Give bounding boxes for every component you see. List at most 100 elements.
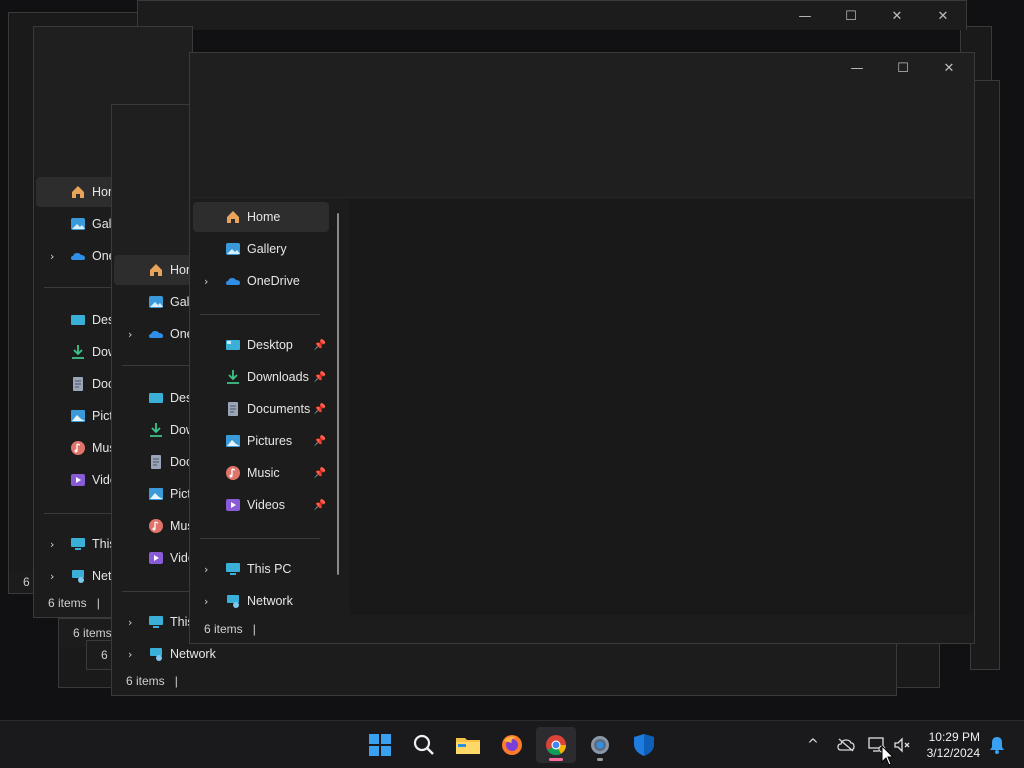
chevron-right-icon[interactable]: › <box>50 538 60 551</box>
status-item-count: 6 items <box>204 622 243 636</box>
pictures-icon <box>225 433 241 449</box>
pin-icon[interactable]: 📌 <box>314 340 326 351</box>
nav-desktop[interactable]: Desktop 📌 <box>192 330 332 360</box>
nav-network[interactable]: › Netw <box>36 561 120 591</box>
nav-music[interactable]: Musi <box>36 433 118 463</box>
nav-pictures[interactable]: Pictu <box>36 401 120 431</box>
download-icon <box>148 422 164 438</box>
nav-gallery[interactable]: Gallery <box>192 234 287 264</box>
videos-icon <box>70 472 86 488</box>
nav-onedrive[interactable]: › One <box>114 319 194 349</box>
volume-muted-icon <box>894 737 910 753</box>
nav-onedrive[interactable]: › OneDrive <box>192 266 300 296</box>
status-separator: | <box>174 674 178 688</box>
desktop-icon <box>70 312 86 328</box>
network-icon <box>225 593 241 609</box>
defender-button[interactable] <box>624 727 664 763</box>
close-button[interactable]: ✕ <box>874 1 920 30</box>
chevron-right-icon[interactable]: › <box>204 275 214 288</box>
close-button-2[interactable]: ✕ <box>920 1 966 30</box>
pc-icon <box>70 536 86 552</box>
nav-label: Pictures <box>247 434 293 448</box>
explorer-window-front[interactable]: — ☐ ✕ Home Gallery › OneDrive Desktop 📌 <box>189 52 975 644</box>
pin-icon[interactable]: 📌 <box>314 404 326 415</box>
title-bar[interactable]: — ☐ ✕ <box>190 53 974 83</box>
nav-downloads[interactable]: Downloads 📌 <box>192 362 332 392</box>
file-explorer-button[interactable] <box>448 727 488 763</box>
chevron-right-icon[interactable]: › <box>204 595 214 608</box>
nav-pictures[interactable]: Pictures 📌 <box>192 426 332 456</box>
firefox-icon <box>502 735 522 755</box>
nav-gallery[interactable]: Galle <box>36 209 121 239</box>
pin-icon[interactable]: 📌 <box>314 436 326 447</box>
nav-thispc[interactable]: › This <box>36 529 116 559</box>
nav-desktop[interactable]: Desk <box>114 383 198 413</box>
status-bar: 6 items | <box>190 615 974 643</box>
pin-icon[interactable]: 📌 <box>314 500 326 511</box>
nav-label: OneDrive <box>247 274 300 288</box>
minimize-button[interactable]: — <box>782 1 828 30</box>
nav-thispc[interactable]: › This <box>114 607 194 637</box>
notifications-button[interactable] <box>986 721 1008 768</box>
settings-button[interactable] <box>580 727 620 763</box>
chrome-button[interactable] <box>536 727 576 763</box>
nav-videos[interactable]: Videos 📌 <box>192 490 332 520</box>
nav-thispc[interactable]: › This PC <box>192 554 291 584</box>
chevron-right-icon[interactable]: › <box>204 563 214 576</box>
tray-overflow-button[interactable]: ^ <box>802 721 824 768</box>
nav-documents[interactable]: Docu <box>36 369 121 399</box>
chevron-right-icon[interactable]: › <box>50 250 60 263</box>
firefox-button[interactable] <box>492 727 532 763</box>
start-button[interactable] <box>360 727 400 763</box>
nav-label: Downloads <box>247 370 309 384</box>
download-icon <box>225 369 241 385</box>
home-icon <box>70 184 86 200</box>
chevron-right-icon[interactable]: › <box>128 616 138 629</box>
nav-pictures[interactable]: Pictu <box>114 479 198 509</box>
mouse-cursor-icon <box>881 745 895 766</box>
music-icon <box>70 440 86 456</box>
chevron-right-icon[interactable]: › <box>128 328 138 341</box>
search-icon <box>413 734 434 755</box>
chevron-right-icon[interactable]: › <box>50 570 60 583</box>
onedrive-icon <box>70 248 86 264</box>
nav-downloads[interactable]: Dow <box>114 415 195 445</box>
nav-downloads[interactable]: Dow <box>36 337 117 367</box>
pc-icon <box>148 614 164 630</box>
pin-icon[interactable]: 📌 <box>314 372 326 383</box>
nav-network[interactable]: › Network <box>192 586 293 616</box>
status-separator: | <box>252 622 256 636</box>
close-button[interactable]: ✕ <box>926 53 972 83</box>
pc-icon <box>225 561 241 577</box>
chevron-right-icon[interactable]: › <box>128 648 138 661</box>
nav-videos[interactable]: Vide <box>114 543 195 573</box>
nav-home[interactable]: Home <box>193 202 329 232</box>
minimize-button[interactable]: — <box>834 53 880 83</box>
nav-desktop[interactable]: Desk <box>36 305 120 335</box>
nav-gallery[interactable]: Galle <box>114 287 199 317</box>
nav-label: This PC <box>247 562 292 576</box>
nav-label: Music <box>247 466 280 480</box>
nav-music[interactable]: Music 📌 <box>192 458 332 488</box>
nav-onedrive[interactable]: › One <box>36 241 116 271</box>
content-area[interactable] <box>349 199 974 615</box>
nav-documents[interactable]: Documents 📌 <box>192 394 332 424</box>
download-icon <box>70 344 86 360</box>
running-indicator <box>597 758 603 761</box>
onedrive-tray-icon[interactable] <box>834 721 858 768</box>
maximize-button[interactable]: ☐ <box>880 53 926 83</box>
nav-scrollbar[interactable] <box>337 213 339 575</box>
nav-videos[interactable]: Vide <box>36 465 117 495</box>
volume-tray-icon[interactable] <box>892 721 912 768</box>
videos-icon <box>148 550 164 566</box>
nav-music[interactable]: Mus <box>114 511 194 541</box>
pin-icon[interactable]: 📌 <box>314 468 326 479</box>
search-button[interactable] <box>404 727 444 763</box>
maximize-button[interactable]: ☐ <box>828 1 874 30</box>
desktop: 6 items 6 items 6 items — ☐ ✕ ✕ Hom Gall… <box>0 0 1024 720</box>
nav-documents[interactable]: Docu <box>114 447 199 477</box>
gear-icon <box>591 736 609 754</box>
clock[interactable]: 10:29 PM 3/12/2024 <box>927 729 980 761</box>
command-bar-area <box>190 83 974 198</box>
explorer-window-a[interactable]: — ☐ ✕ ✕ <box>137 0 967 30</box>
